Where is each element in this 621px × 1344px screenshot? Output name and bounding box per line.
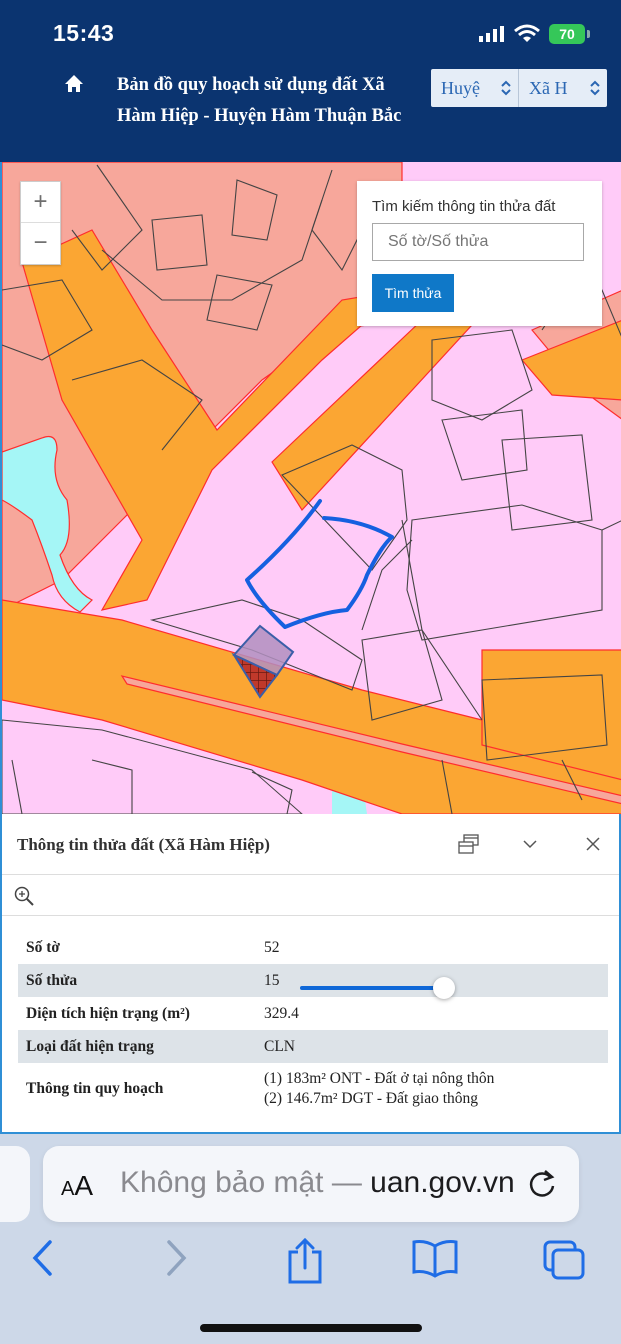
plan-line-1: (1) 183m² ONT - Đất ở tại nông thôn xyxy=(264,1070,495,1087)
browser-chrome: AA Không bảo mật — uan.gov.vn xyxy=(0,1134,621,1344)
aa-small: A xyxy=(61,1178,75,1200)
commune-select-value: Xã H xyxy=(529,78,568,98)
plan-line-2: (2) 146.7m² DGT - Đất giao thông xyxy=(264,1090,479,1107)
battery-indicator: 70 xyxy=(549,24,585,44)
home-icon[interactable] xyxy=(64,74,84,94)
previous-tab-card[interactable] xyxy=(0,1146,30,1222)
slider-track xyxy=(300,986,441,990)
status-bar: 15:43 70 xyxy=(0,0,621,64)
search-parcel-button[interactable]: Tìm thửa xyxy=(372,274,454,312)
parcel-search-panel: Tìm kiếm thông tin thửa đất Tìm thửa xyxy=(357,181,602,326)
parcel-info-panel: Thông tin thửa đất (Xã Hàm Hiệp) Số tờ 5… xyxy=(0,814,621,1134)
attr-key: Số thửa xyxy=(26,971,78,989)
chevron-down-icon[interactable] xyxy=(522,838,538,850)
battery-tip xyxy=(587,30,590,38)
search-label: Tìm kiếm thông tin thửa đất xyxy=(372,198,556,215)
reload-icon[interactable] xyxy=(525,1166,559,1200)
wifi-icon xyxy=(514,24,540,42)
zoom-in-button[interactable]: + xyxy=(21,182,60,223)
slider-thumb[interactable] xyxy=(432,977,455,999)
attr-key: Số tờ xyxy=(26,938,60,956)
parcel-search-input[interactable] xyxy=(372,223,584,261)
chevron-updown-icon xyxy=(590,80,600,96)
dock-icon[interactable] xyxy=(458,834,480,854)
zoom-to-row xyxy=(2,875,619,916)
home-indicator xyxy=(200,1324,422,1332)
url-prefix: Không bảo mật — xyxy=(120,1166,371,1199)
zoom-controls: + − xyxy=(20,181,61,265)
page-title: Bản đồ quy hoạch sử dụng đất Xã Hàm Hiệp… xyxy=(117,75,402,126)
commune-select[interactable]: Xã H xyxy=(519,69,607,107)
back-icon[interactable] xyxy=(30,1238,56,1278)
aa-big: A xyxy=(74,1170,94,1201)
chevron-updown-icon xyxy=(501,80,511,96)
share-icon[interactable] xyxy=(286,1238,324,1284)
info-panel-title: Thông tin thửa đất (Xã Hàm Hiệp) xyxy=(17,835,270,854)
zoom-out-button[interactable]: − xyxy=(21,223,60,263)
attr-value: CLN xyxy=(264,1037,295,1055)
attr-value: (1) 183m² ONT - Đất ở tại nông thôn (2) … xyxy=(263,1063,608,1115)
district-select-value: Huyệ xyxy=(441,78,480,98)
attribute-table: Số tờ 52 Số thửa 15 Diện tích hiện trạng… xyxy=(18,931,608,1115)
table-row: Thông tin quy hoạch (1) 183m² ONT - Đất … xyxy=(18,1063,608,1115)
attr-key: Thông tin quy hoạch xyxy=(26,1080,164,1097)
attr-key: Diện tích hiện trạng (m²) xyxy=(26,1004,190,1022)
district-select[interactable]: Huyệ xyxy=(431,69,519,107)
attr-value: 52 xyxy=(264,938,280,956)
zoom-to-icon[interactable] xyxy=(13,885,35,907)
opacity-slider[interactable] xyxy=(298,974,458,1004)
tabs-icon[interactable] xyxy=(541,1238,587,1280)
table-row: Số tờ 52 xyxy=(18,931,608,964)
forward-icon[interactable] xyxy=(163,1238,189,1278)
attr-key: Loại đất hiện trạng xyxy=(26,1037,154,1055)
browser-toolbar xyxy=(0,1238,621,1298)
status-time: 15:43 xyxy=(53,20,115,46)
bookmarks-icon[interactable] xyxy=(411,1238,459,1278)
info-panel-header: Thông tin thửa đất (Xã Hàm Hiệp) xyxy=(2,814,619,875)
address-bar[interactable]: AA Không bảo mật — uan.gov.vn xyxy=(43,1146,579,1222)
location-selects: Huyệ Xã H xyxy=(431,69,607,107)
table-row: Loại đất hiện trạng CLN xyxy=(18,1030,608,1063)
signal-icon xyxy=(479,26,504,42)
url-domain: uan.gov.vn xyxy=(370,1166,515,1199)
url-text[interactable]: Không bảo mật — uan.gov.vn xyxy=(120,1166,518,1200)
app-header: Bản đồ quy hoạch sử dụng đất Xã Hàm Hiệp… xyxy=(0,64,621,162)
close-icon[interactable] xyxy=(585,836,601,852)
reader-options-button[interactable]: AA xyxy=(61,1170,93,1202)
